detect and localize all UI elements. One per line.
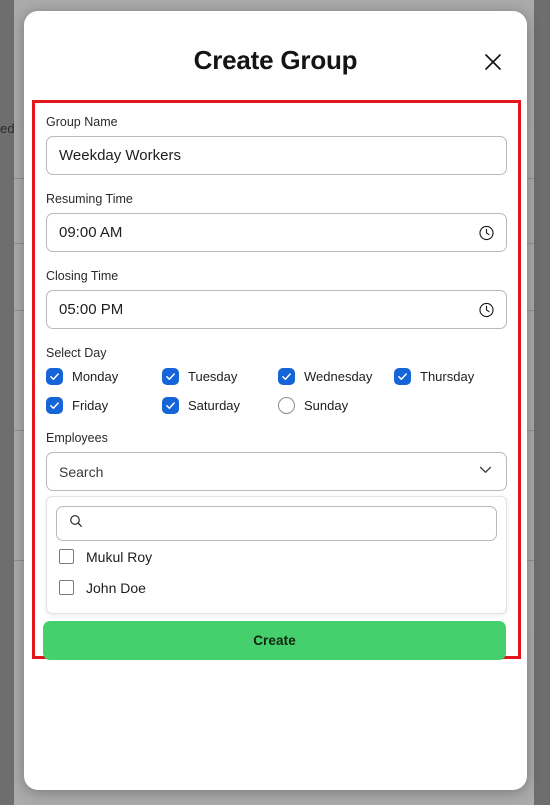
resuming-time-input[interactable]: 09:00 AM xyxy=(46,213,507,252)
create-button[interactable]: Create xyxy=(43,621,506,660)
day-checkbox-grid: Monday Tuesday Wednesday Thursday Friday Satu… xyxy=(46,368,507,414)
checkbox-checked-icon[interactable] xyxy=(162,368,179,385)
modal-header: Create Group xyxy=(24,11,527,100)
checkbox-checked-icon[interactable] xyxy=(394,368,411,385)
employees-field: Employees Search Mukul Roy John Doe xyxy=(46,431,507,614)
closing-time-field: Closing Time 05:00 PM xyxy=(46,269,507,329)
checkbox-unchecked-icon[interactable] xyxy=(59,580,74,595)
day-label: Wednesday xyxy=(304,369,373,384)
day-checkbox-thursday[interactable]: Thursday xyxy=(394,368,507,385)
day-checkbox-monday[interactable]: Monday xyxy=(46,368,162,385)
closing-time-input[interactable]: 05:00 PM xyxy=(46,290,507,329)
day-checkbox-friday[interactable]: Friday xyxy=(46,397,162,414)
day-checkbox-sunday[interactable]: Sunday xyxy=(278,397,394,414)
background-partial-text: ed xyxy=(0,121,15,136)
resuming-time-field: Resuming Time 09:00 AM xyxy=(46,192,507,252)
day-label: Thursday xyxy=(420,369,475,384)
resuming-time-label: Resuming Time xyxy=(46,192,133,206)
employee-option[interactable]: Mukul Roy xyxy=(56,541,497,572)
resuming-time-wrapper: 09:00 AM xyxy=(46,213,507,252)
create-group-form: Group Name Weekday Workers Resuming Time… xyxy=(46,115,507,614)
clock-icon[interactable] xyxy=(478,301,495,318)
day-label: Monday xyxy=(72,369,119,384)
group-name-input[interactable]: Weekday Workers xyxy=(46,136,507,175)
closing-time-wrapper: 05:00 PM xyxy=(46,290,507,329)
employees-select-value: Search xyxy=(59,463,104,480)
search-input[interactable] xyxy=(84,515,496,532)
checkbox-checked-icon[interactable] xyxy=(162,397,179,414)
employee-option[interactable]: John Doe xyxy=(56,572,497,603)
day-label: Friday xyxy=(72,398,109,413)
checkbox-unchecked-icon[interactable] xyxy=(278,397,295,414)
day-label: Sunday xyxy=(304,398,349,413)
select-day-field: Select Day Monday Tuesday Wednesday Thursda… xyxy=(46,346,507,414)
form-highlight-box: Group Name Weekday Workers Resuming Time… xyxy=(32,100,521,659)
employees-label: Employees xyxy=(46,431,108,445)
employees-dropdown-panel: Mukul Roy John Doe xyxy=(46,496,507,614)
day-checkbox-tuesday[interactable]: Tuesday xyxy=(162,368,278,385)
employee-search-wrapper xyxy=(56,506,497,541)
day-label: Tuesday xyxy=(188,369,238,384)
employee-name: Mukul Roy xyxy=(86,548,153,565)
chevron-down-icon xyxy=(477,461,494,483)
employee-name: John Doe xyxy=(86,579,146,596)
day-checkbox-saturday[interactable]: Saturday xyxy=(162,397,278,414)
day-label: Saturday xyxy=(188,398,241,413)
checkbox-checked-icon[interactable] xyxy=(278,368,295,385)
employees-select[interactable]: Search xyxy=(46,452,507,491)
clock-icon[interactable] xyxy=(478,224,495,241)
group-name-label: Group Name xyxy=(46,115,118,129)
page-title: Create Group xyxy=(193,45,358,75)
select-day-label: Select Day xyxy=(46,346,107,360)
day-checkbox-wednesday[interactable]: Wednesday xyxy=(278,368,394,385)
checkbox-checked-icon[interactable] xyxy=(46,397,63,414)
create-group-modal: Create Group Group Name Weekday Workers … xyxy=(24,11,527,790)
checkbox-checked-icon[interactable] xyxy=(46,368,63,385)
checkbox-unchecked-icon[interactable] xyxy=(59,549,74,564)
employee-option-list: Mukul Roy John Doe xyxy=(56,541,497,603)
closing-time-label: Closing Time xyxy=(46,269,119,283)
search-icon xyxy=(68,513,84,534)
close-icon[interactable] xyxy=(478,47,508,77)
group-name-field: Group Name Weekday Workers xyxy=(46,115,507,175)
